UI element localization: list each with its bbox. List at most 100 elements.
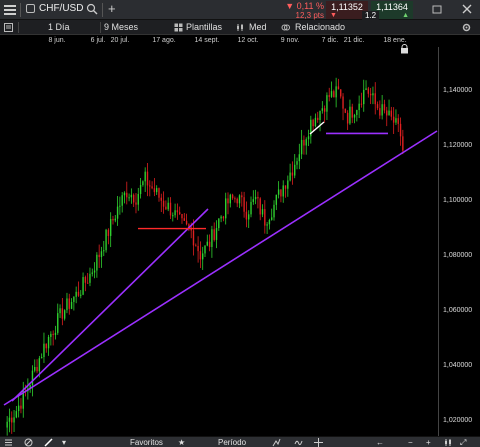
candle-body (199, 251, 202, 260)
candle-body (349, 106, 351, 124)
candle-body (282, 185, 284, 197)
draw-pencil-icon[interactable] (44, 438, 53, 447)
period-button[interactable]: Período (218, 437, 246, 447)
price-type-selector[interactable]: Med (249, 22, 267, 32)
y-tick: 1,140000 (443, 87, 473, 94)
candle-body (296, 161, 298, 165)
candle-body (89, 273, 91, 283)
candle-body (17, 405, 20, 412)
candle-body (123, 192, 126, 196)
candle-body (358, 103, 360, 111)
drawing-tools-icon[interactable] (272, 438, 281, 447)
pan-left-icon[interactable]: ← (376, 437, 384, 447)
crosshair-icon[interactable] (314, 438, 323, 447)
x-tick: 21 dic. (343, 37, 365, 44)
indicators-icon[interactable] (294, 438, 303, 447)
candle-body (82, 277, 84, 295)
range-selector[interactable]: 9 Meses (104, 22, 138, 32)
candle-body (252, 199, 255, 202)
y-tick: 1,100000 (443, 197, 473, 204)
candle-body (236, 198, 238, 204)
candle-body (11, 417, 13, 423)
candle-body (222, 216, 225, 219)
candle-body (105, 229, 107, 251)
candle-body (326, 95, 328, 112)
candle-body (287, 180, 289, 189)
window-icon[interactable] (432, 4, 442, 14)
candle-body (172, 215, 174, 217)
candle-body (250, 201, 252, 215)
candle-body (34, 367, 36, 371)
settings-icon[interactable] (462, 23, 471, 32)
templates-button[interactable]: Plantillas (186, 22, 222, 32)
price-axis: 1,140000 1,120000 1,100000 1,080000 1,06… (438, 47, 480, 436)
star-icon[interactable]: ★ (178, 437, 185, 447)
candle-body (174, 210, 176, 216)
candle-body (100, 251, 103, 258)
hide-icon[interactable] (24, 438, 33, 447)
candle-body (204, 245, 206, 254)
change-percent: ▼ 0,11 % (285, 1, 324, 11)
x-tick: 20 jul. (110, 37, 130, 44)
candle-body (312, 119, 314, 127)
candle-body (142, 181, 144, 186)
candle-body (388, 110, 390, 116)
candle-body (178, 212, 181, 214)
x-tick: 6 jul. (90, 37, 106, 44)
candle-body (86, 282, 89, 284)
candle-body (319, 110, 321, 121)
candle-body (98, 254, 100, 258)
candle-body (369, 93, 372, 96)
zoom-in-icon[interactable]: + (426, 437, 431, 447)
menu-icon[interactable] (4, 3, 16, 15)
search-icon[interactable] (86, 3, 98, 15)
zoom-out-icon[interactable]: − (408, 437, 413, 447)
close-icon[interactable] (462, 4, 472, 14)
chart-type-icon[interactable] (444, 438, 453, 447)
candle-body (201, 253, 204, 260)
related-button[interactable]: Relacionado (295, 22, 345, 32)
candle-body (20, 405, 22, 409)
interval-selector[interactable]: 1 Día (48, 22, 70, 32)
x-tick: 18 ene. (383, 37, 407, 44)
candle-body (165, 206, 167, 210)
candle-body (8, 417, 11, 422)
candle-body (335, 86, 337, 98)
candle-body (259, 198, 261, 215)
candle-body (109, 219, 112, 236)
related-icon[interactable] (281, 23, 290, 32)
x-tick: 12 oct. (237, 37, 259, 44)
candle-body (144, 171, 146, 182)
candle-body (328, 95, 330, 97)
candle-body (245, 211, 248, 220)
candle-body (220, 216, 222, 219)
candle-body (107, 229, 110, 236)
candle-body (52, 333, 54, 335)
templates-icon[interactable] (174, 23, 183, 32)
favorites-button[interactable]: Favoritos (130, 437, 163, 447)
fullscreen-icon[interactable]: ⤢ (460, 437, 466, 447)
annotation-line (309, 121, 325, 135)
candle-body (356, 110, 358, 115)
price-type-icon[interactable] (236, 23, 245, 32)
candle-body (238, 195, 241, 204)
y-tick: 1,020000 (443, 417, 473, 424)
candle-body (116, 206, 119, 219)
candle-body (374, 93, 376, 105)
expand-icon[interactable]: ▾ (62, 437, 66, 447)
candle-body (381, 104, 383, 116)
candle-body (40, 357, 43, 359)
candle-body (130, 194, 133, 198)
collapse-panel-icon[interactable] (4, 23, 13, 32)
menu-icon[interactable] (4, 438, 13, 447)
add-tab-icon[interactable]: + (108, 1, 116, 16)
instrument-symbol[interactable]: CHF/USD (39, 3, 83, 14)
candle-body (84, 277, 87, 283)
divider (18, 22, 19, 33)
candle-body (392, 116, 395, 123)
sell-down-icon: ▼ (330, 12, 337, 19)
candle-body (333, 91, 335, 98)
candle-body (225, 198, 227, 219)
price-chart[interactable] (0, 47, 438, 436)
candle-body (192, 230, 195, 246)
